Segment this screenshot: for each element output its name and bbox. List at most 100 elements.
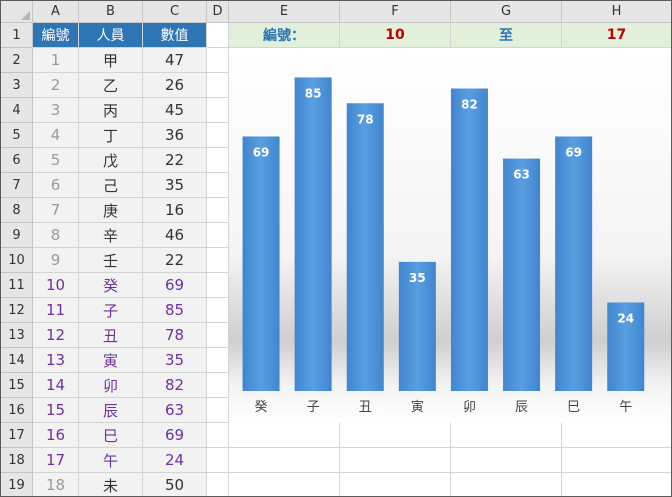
empty-cell[interactable] (451, 423, 562, 448)
record-name[interactable]: 巳 (79, 423, 143, 448)
empty-cell[interactable] (229, 448, 340, 473)
empty-cell-d[interactable] (207, 23, 229, 48)
row-header-16[interactable]: 16 (1, 398, 33, 423)
record-id[interactable]: 12 (33, 323, 79, 348)
record-name[interactable]: 戊 (79, 148, 143, 173)
record-id[interactable]: 9 (33, 248, 79, 273)
row-header-2[interactable]: 2 (1, 48, 33, 73)
bar-子[interactable] (294, 77, 332, 391)
record-name[interactable]: 己 (79, 173, 143, 198)
record-value[interactable]: 47 (143, 48, 207, 73)
record-value[interactable]: 24 (143, 448, 207, 473)
row-header-14[interactable]: 14 (1, 348, 33, 373)
empty-cell[interactable] (340, 473, 451, 496)
record-id[interactable]: 5 (33, 148, 79, 173)
empty-cell[interactable] (340, 423, 451, 448)
row-header-19[interactable]: 19 (1, 473, 33, 496)
record-id[interactable]: 10 (33, 273, 79, 298)
empty-cell-d[interactable] (207, 73, 229, 98)
record-value[interactable]: 69 (143, 273, 207, 298)
empty-cell[interactable] (451, 448, 562, 473)
record-value[interactable]: 45 (143, 98, 207, 123)
record-value[interactable]: 46 (143, 223, 207, 248)
record-value[interactable]: 22 (143, 148, 207, 173)
bar-辰[interactable] (503, 158, 541, 391)
record-id[interactable]: 13 (33, 348, 79, 373)
empty-cell-d[interactable] (207, 298, 229, 323)
empty-cell-d[interactable] (207, 323, 229, 348)
row-header-1[interactable]: 1 (1, 23, 33, 48)
record-name[interactable]: 甲 (79, 48, 143, 73)
row-header-4[interactable]: 4 (1, 98, 33, 123)
row-header-15[interactable]: 15 (1, 373, 33, 398)
empty-cell-d[interactable] (207, 223, 229, 248)
header-value[interactable]: 數值 (143, 23, 207, 48)
row-header-9[interactable]: 9 (1, 223, 33, 248)
column-header-d[interactable]: D (207, 1, 229, 23)
record-id[interactable]: 17 (33, 448, 79, 473)
row-header-3[interactable]: 3 (1, 73, 33, 98)
filter-to-word[interactable]: 至 (451, 23, 562, 48)
column-header-c[interactable]: C (143, 1, 207, 23)
bar-chart[interactable]: 69 癸 85 子 78 丑 35 寅 82 卯 63 辰 69 巳 24 午 (229, 49, 671, 423)
row-header-13[interactable]: 13 (1, 323, 33, 348)
record-name[interactable]: 未 (79, 473, 143, 496)
record-value[interactable]: 63 (143, 398, 207, 423)
empty-cell-d[interactable] (207, 448, 229, 473)
record-id[interactable]: 8 (33, 223, 79, 248)
empty-cell-d[interactable] (207, 348, 229, 373)
column-header-b[interactable]: B (79, 1, 143, 23)
record-id[interactable]: 14 (33, 373, 79, 398)
bar-癸[interactable] (242, 136, 280, 391)
column-header-f[interactable]: F (340, 1, 451, 23)
empty-cell[interactable] (562, 473, 671, 496)
row-header-12[interactable]: 12 (1, 298, 33, 323)
column-header-g[interactable]: G (451, 1, 562, 23)
record-name[interactable]: 丙 (79, 98, 143, 123)
row-header-8[interactable]: 8 (1, 198, 33, 223)
empty-cell[interactable] (340, 448, 451, 473)
record-id[interactable]: 11 (33, 298, 79, 323)
empty-cell-d[interactable] (207, 273, 229, 298)
filter-label[interactable]: 編號： (229, 23, 340, 48)
record-value[interactable]: 16 (143, 198, 207, 223)
record-id[interactable]: 6 (33, 173, 79, 198)
record-name[interactable]: 壬 (79, 248, 143, 273)
empty-cell[interactable] (451, 473, 562, 496)
bar-巳[interactable] (555, 136, 593, 391)
empty-cell-d[interactable] (207, 473, 229, 496)
record-value[interactable]: 36 (143, 123, 207, 148)
record-name[interactable]: 辰 (79, 398, 143, 423)
select-all-corner[interactable] (1, 1, 33, 23)
row-header-5[interactable]: 5 (1, 123, 33, 148)
filter-to[interactable]: 17 (562, 23, 671, 48)
empty-cell-d[interactable] (207, 173, 229, 198)
empty-cell-d[interactable] (207, 148, 229, 173)
record-id[interactable]: 1 (33, 48, 79, 73)
record-name[interactable]: 午 (79, 448, 143, 473)
record-value[interactable]: 22 (143, 248, 207, 273)
record-id[interactable]: 16 (33, 423, 79, 448)
empty-cell-d[interactable] (207, 398, 229, 423)
record-value[interactable]: 26 (143, 73, 207, 98)
empty-cell[interactable] (562, 448, 671, 473)
record-name[interactable]: 乙 (79, 73, 143, 98)
record-value[interactable]: 85 (143, 298, 207, 323)
empty-cell-d[interactable] (207, 373, 229, 398)
record-id[interactable]: 4 (33, 123, 79, 148)
empty-cell[interactable] (229, 423, 340, 448)
record-id[interactable]: 15 (33, 398, 79, 423)
bar-丑[interactable] (346, 103, 384, 391)
record-id[interactable]: 2 (33, 73, 79, 98)
record-name[interactable]: 丑 (79, 323, 143, 348)
empty-cell-d[interactable] (207, 248, 229, 273)
column-header-h[interactable]: H (562, 1, 671, 23)
record-id[interactable]: 7 (33, 198, 79, 223)
empty-cell-d[interactable] (207, 423, 229, 448)
record-name[interactable]: 丁 (79, 123, 143, 148)
record-name[interactable]: 癸 (79, 273, 143, 298)
record-id[interactable]: 18 (33, 473, 79, 496)
record-name[interactable]: 卯 (79, 373, 143, 398)
empty-cell[interactable] (229, 473, 340, 496)
record-value[interactable]: 78 (143, 323, 207, 348)
